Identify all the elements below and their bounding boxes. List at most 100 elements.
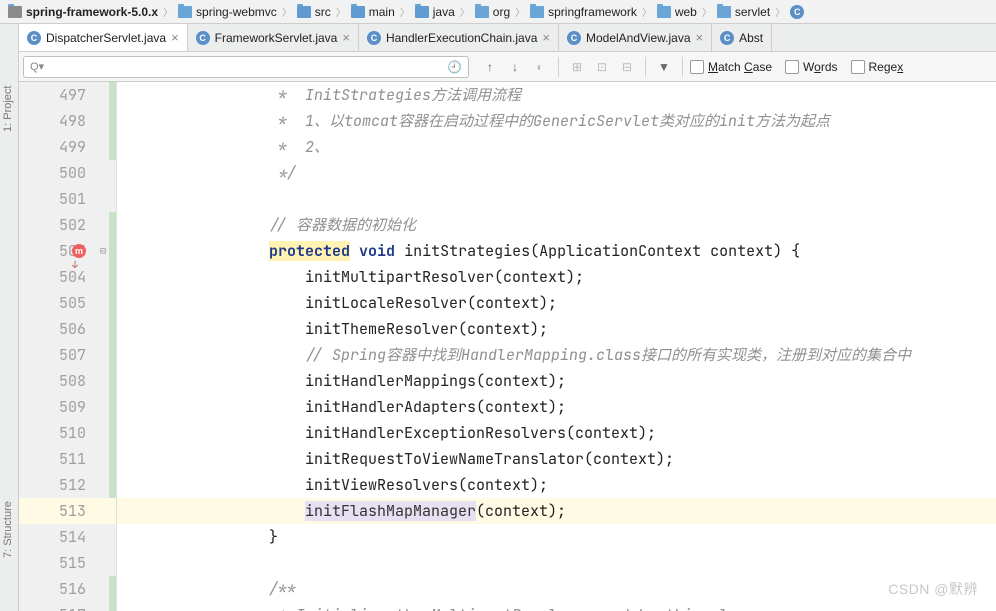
folder-icon	[717, 5, 731, 19]
breadcrumb-label: servlet	[735, 5, 770, 19]
tab-label: FrameworkServlet.java	[215, 31, 338, 45]
class-icon: C	[567, 31, 581, 45]
breadcrumb-item[interactable]: spring-webmvc	[174, 5, 281, 19]
chevron-right-icon: 〉	[641, 4, 653, 19]
line-number: 500	[19, 160, 116, 186]
search-icon[interactable]: Q▾	[30, 60, 44, 73]
match-case-checkbox[interactable]: Match Case	[690, 60, 772, 74]
code-line[interactable]: }	[117, 524, 996, 550]
breadcrumb-item[interactable]: spring-framework-5.0.x	[4, 5, 162, 19]
structure-tool-tab[interactable]: 7: Structure	[2, 501, 14, 558]
code-editor[interactable]: 497498499500501502503m↓⊟5045055065075085…	[19, 82, 996, 611]
line-number: 498	[19, 108, 116, 134]
editor-tab[interactable]: CAbst	[712, 24, 772, 51]
code-line[interactable]: initMultipartResolver(context);	[117, 264, 996, 290]
separator	[558, 57, 559, 77]
project-tool-tab[interactable]: 1: Project	[2, 86, 14, 132]
add-selection-button[interactable]: ⊞	[566, 56, 588, 78]
code-line[interactable]: initHandlerExceptionResolvers(context);	[117, 420, 996, 446]
breadcrumb-label: java	[433, 5, 455, 19]
breadcrumb-item[interactable]: main	[347, 5, 399, 19]
find-bar: Q▾ 🕘 ↑ ↓ ◐ ⊞ ⊡ ⊟ ▼ Match Case Words Rege…	[19, 52, 996, 82]
editor-tab[interactable]: C HandlerExecutionChain.java ×	[359, 24, 559, 51]
code-line[interactable]	[117, 550, 996, 576]
breadcrumb-label: main	[369, 5, 395, 19]
next-match-button[interactable]: ↓	[504, 56, 526, 78]
line-number: 505	[19, 290, 116, 316]
code-line[interactable]: initThemeResolver(context);	[117, 316, 996, 342]
breadcrumb-item[interactable]: web	[653, 5, 701, 19]
line-number: 517	[19, 602, 116, 611]
breadcrumb-item[interactable]: java	[411, 5, 459, 19]
line-number: 503m↓⊟	[19, 238, 116, 264]
find-input[interactable]	[48, 60, 443, 74]
breadcrumb-item[interactable]: org	[471, 5, 514, 19]
chevron-right-icon: 〉	[514, 4, 526, 19]
regex-checkbox[interactable]: Regex	[851, 60, 904, 74]
select-all-button[interactable]: ⊡	[591, 56, 613, 78]
close-icon[interactable]: ×	[542, 30, 550, 45]
code-line[interactable]: initLocaleResolver(context);	[117, 290, 996, 316]
fold-icon[interactable]: ⊟	[100, 238, 106, 264]
line-number: 516	[19, 576, 116, 602]
code-line[interactable]: protected void initStrategies(Applicatio…	[117, 238, 996, 264]
left-tool-sidebar: 1: Project 7: Structure	[0, 24, 19, 611]
breadcrumb-item[interactable]: C	[786, 5, 812, 19]
prev-match-button[interactable]: ↑	[479, 56, 501, 78]
find-toolbar: ↑ ↓ ◐ ⊞ ⊡ ⊟ ▼ Match Case Words Regex	[473, 56, 919, 78]
code-line[interactable]: * 2、	[117, 134, 996, 160]
code-line[interactable]: // Spring容器中找到HandlerMapping.class接口的所有实…	[117, 342, 996, 368]
close-icon[interactable]: ×	[696, 30, 704, 45]
remove-selection-button[interactable]: ⊟	[616, 56, 638, 78]
code-line[interactable]: initFlashMapManager(context);	[117, 498, 996, 524]
line-number: 514	[19, 524, 116, 550]
line-number: 506	[19, 316, 116, 342]
editor-tab[interactable]: C FrameworkServlet.java ×	[188, 24, 359, 51]
chevron-right-icon: 〉	[335, 4, 347, 19]
line-number: 502	[19, 212, 116, 238]
code-line[interactable]: // 容器数据的初始化	[117, 212, 996, 238]
filter-button[interactable]: ▼	[653, 56, 675, 78]
chevron-right-icon: 〉	[162, 4, 174, 19]
folder-icon	[351, 5, 365, 19]
editor-tabs: CDispatcherServlet.java×CFrameworkServle…	[19, 24, 996, 52]
class-icon: C	[27, 31, 41, 45]
find-history-icon[interactable]: 🕘	[447, 60, 462, 74]
editor-tab[interactable]: CDispatcherServlet.java×	[19, 24, 188, 52]
breadcrumb-item[interactable]: src	[293, 5, 335, 19]
folder-icon	[178, 5, 192, 19]
code-line[interactable]: /**	[117, 576, 996, 602]
breadcrumbs: spring-framework-5.0.x〉spring-webmvc〉src…	[0, 0, 996, 24]
tab-label: ModelAndView.java	[586, 31, 691, 45]
code-line[interactable]	[117, 186, 996, 212]
code-line[interactable]: initHandlerMappings(context);	[117, 368, 996, 394]
line-number: 497	[19, 82, 116, 108]
code-line[interactable]: initViewResolvers(context);	[117, 472, 996, 498]
code-content[interactable]: * InitStrategies方法调用流程 * 1、以tomcat容器在启动过…	[117, 82, 996, 611]
breadcrumb-item[interactable]: springframework	[526, 5, 641, 19]
class-icon: C	[790, 5, 804, 19]
line-number: 499	[19, 134, 116, 160]
editor-tab[interactable]: C ModelAndView.java ×	[559, 24, 712, 51]
folder-icon	[297, 5, 311, 19]
tab-label: HandlerExecutionChain.java	[386, 31, 537, 45]
code-line[interactable]: * 1、以tomcat容器在启动过程中的GenericServlet类对应的in…	[117, 108, 996, 134]
class-icon: C	[196, 31, 210, 45]
folder-icon	[415, 5, 429, 19]
code-line[interactable]: * InitStrategies方法调用流程	[117, 82, 996, 108]
code-line[interactable]: initRequestToViewNameTranslator(context)…	[117, 446, 996, 472]
code-line[interactable]: */	[117, 160, 996, 186]
breadcrumb-label: spring-framework-5.0.x	[26, 5, 158, 19]
code-line[interactable]: initHandlerAdapters(context);	[117, 394, 996, 420]
breadcrumb-item[interactable]: servlet	[713, 5, 774, 19]
line-number: 513	[19, 498, 116, 524]
line-number: 508	[19, 368, 116, 394]
folder-icon	[8, 5, 22, 19]
close-icon[interactable]: ×	[171, 30, 179, 45]
line-number: 504	[19, 264, 116, 290]
breadcrumb-label: web	[675, 5, 697, 19]
close-icon[interactable]: ×	[342, 30, 350, 45]
words-checkbox[interactable]: Words	[785, 60, 837, 74]
code-line[interactable]: * Initialize the MultipartResolver used …	[117, 602, 996, 611]
class-icon: C	[367, 31, 381, 45]
